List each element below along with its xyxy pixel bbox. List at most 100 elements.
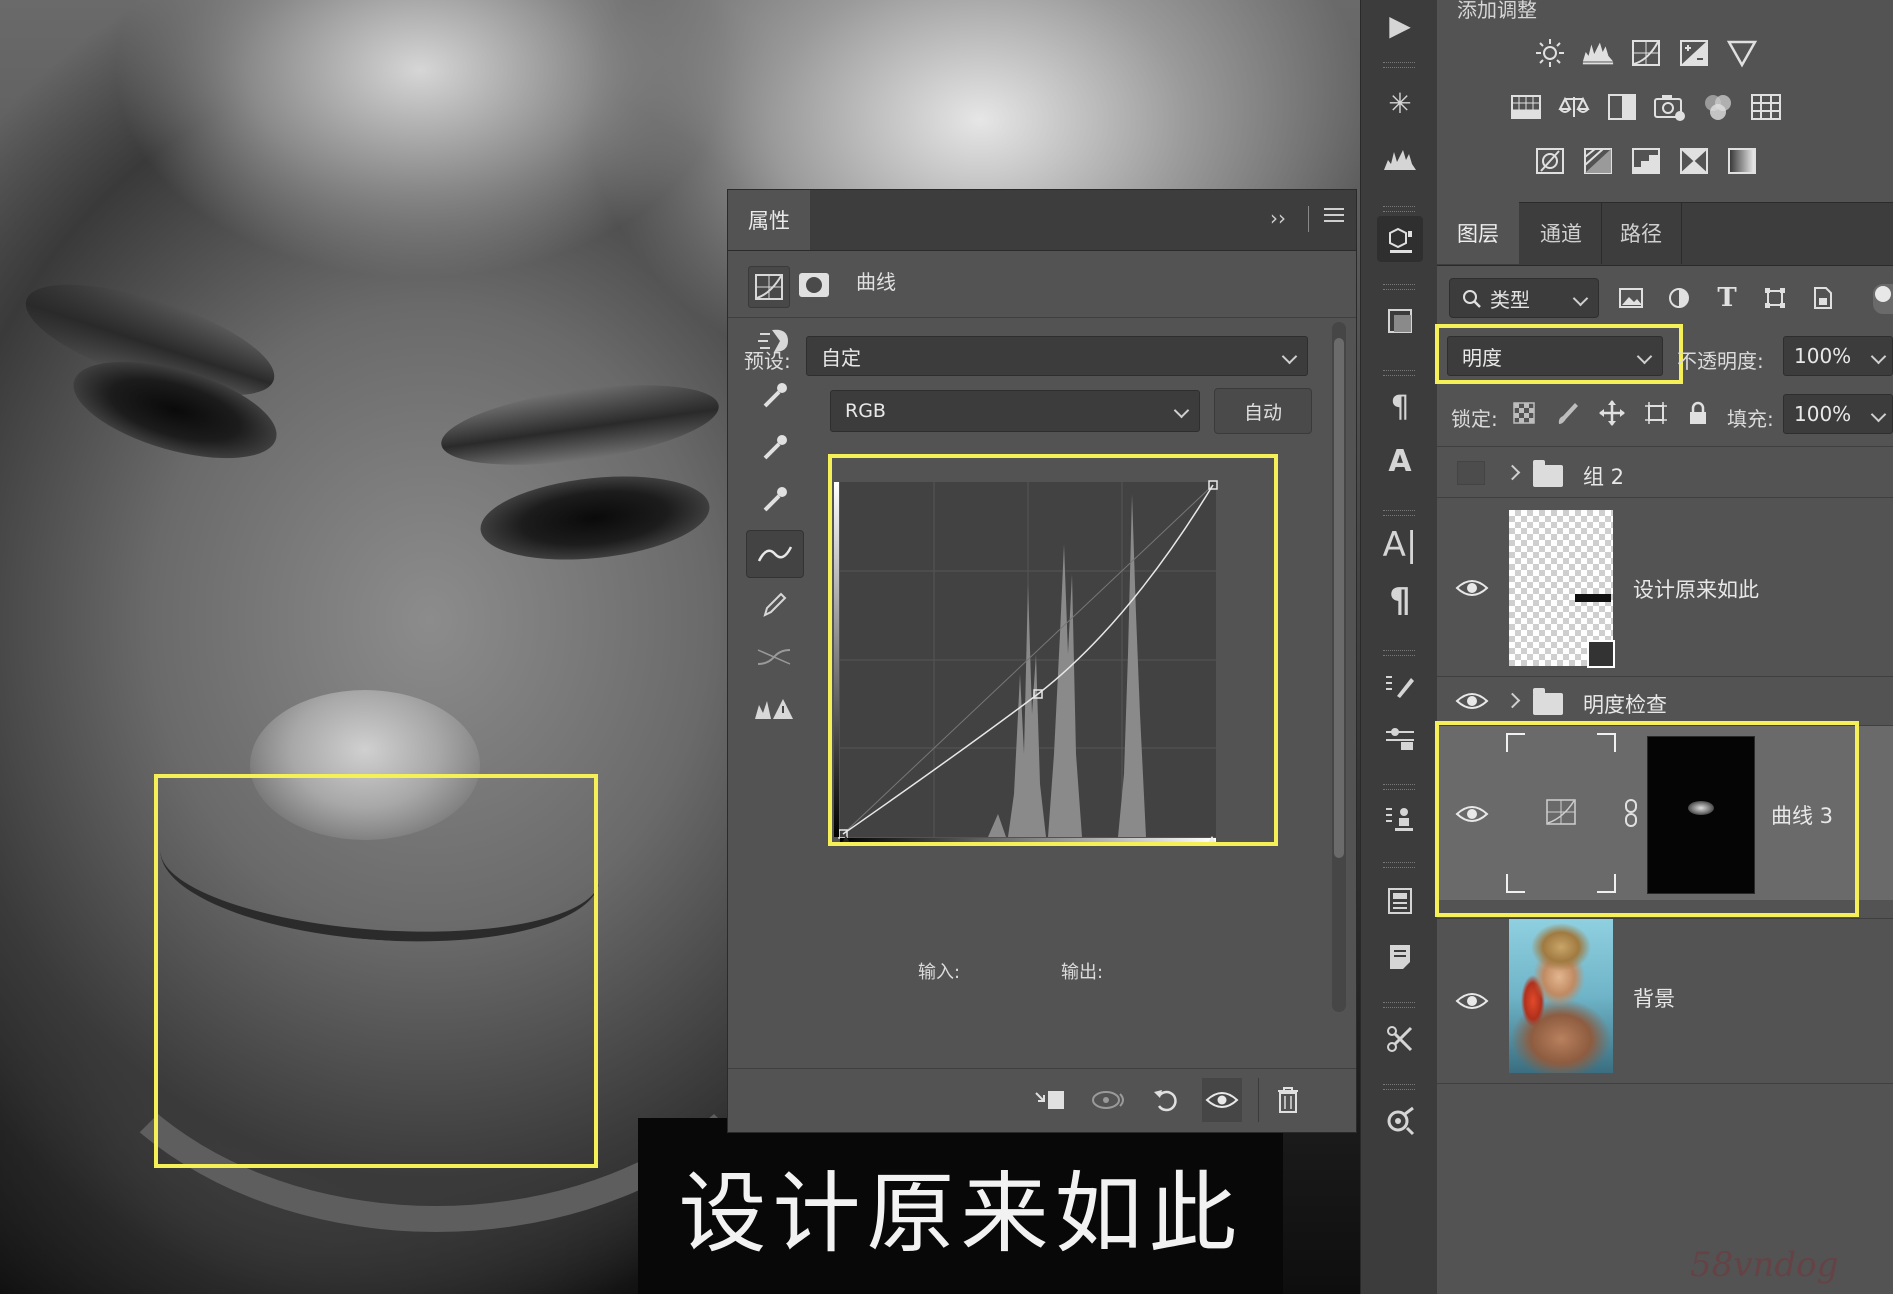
output-label: 输出:	[1061, 962, 1104, 983]
lock-position-icon[interactable]	[1595, 396, 1629, 430]
visibility-eye-icon[interactable]	[1455, 989, 1489, 1013]
photo-filter-icon[interactable]	[1653, 90, 1687, 124]
layer-row-luminosity-check-group[interactable]: 明度检查	[1437, 676, 1893, 725]
auto-button[interactable]: 自动	[1214, 388, 1312, 434]
gradient-map-icon[interactable]	[1725, 144, 1759, 178]
reset-icon[interactable]	[1146, 1078, 1186, 1122]
delete-icon[interactable]	[1268, 1078, 1308, 1122]
visibility-eye-icon[interactable]	[1455, 689, 1489, 713]
panel-menu-icon[interactable]	[1324, 208, 1344, 224]
chevron-down-icon	[1173, 402, 1190, 419]
collapse-panel-icon[interactable]: ››	[1270, 206, 1286, 230]
pencil-draw-icon[interactable]	[746, 582, 802, 628]
clip-to-layer-icon[interactable]	[1030, 1078, 1070, 1122]
right-panel-column: 添加调整 图层 通道 路径 类型 T 明度 不透明度: 100% 锁定: 填充:…	[1435, 0, 1893, 1294]
lock-all-icon[interactable]	[1681, 396, 1715, 430]
black-point-eyedropper-icon[interactable]	[746, 372, 802, 418]
tab-channels[interactable]: 通道	[1521, 202, 1602, 264]
layer-filter-dropdown[interactable]: 类型	[1449, 278, 1599, 318]
visibility-toggle-off[interactable]	[1457, 461, 1485, 485]
layer-mask-icon[interactable]	[796, 268, 832, 302]
lock-transparent-pixels-icon[interactable]	[1507, 396, 1541, 430]
paragraph-icon[interactable]: ¶	[1377, 578, 1423, 624]
invert-icon[interactable]	[1533, 144, 1567, 178]
channel-mixer-icon[interactable]	[1701, 90, 1735, 124]
hue-saturation-icon[interactable]	[1509, 90, 1543, 124]
curves-graph[interactable]	[828, 454, 1278, 846]
black-white-icon[interactable]	[1605, 90, 1639, 124]
paragraph-styles-icon[interactable]: ¶	[1377, 384, 1423, 430]
lock-image-pixels-icon[interactable]	[1551, 396, 1585, 430]
tab-layers[interactable]: 图层	[1437, 202, 1519, 264]
threshold-icon[interactable]	[1629, 144, 1663, 178]
fill-label: 填充:	[1727, 407, 1774, 431]
brushes-icon[interactable]	[1377, 716, 1423, 762]
curves-adjustment-icon[interactable]	[748, 266, 790, 308]
3d-panel-icon[interactable]	[1377, 216, 1423, 262]
brush-settings-icon[interactable]	[1377, 664, 1423, 710]
brightness-contrast-icon[interactable]	[1533, 36, 1567, 70]
notes-icon[interactable]	[1377, 934, 1423, 980]
caption-text: 设计原来如此	[678, 1161, 1243, 1265]
play-icon[interactable]: ▶	[1377, 2, 1423, 48]
vibrance-icon[interactable]	[1725, 36, 1759, 70]
fill-field[interactable]: 100%	[1783, 394, 1893, 434]
opacity-field[interactable]: 100%	[1783, 336, 1893, 376]
visibility-eye-icon[interactable]	[1455, 576, 1489, 600]
navigator-icon[interactable]: ✳	[1377, 80, 1423, 126]
view-previous-state-icon[interactable]	[1088, 1078, 1128, 1122]
filter-toggle[interactable]	[1873, 284, 1893, 314]
character-styles-icon[interactable]: A	[1377, 438, 1423, 484]
clone-source-icon[interactable]	[1377, 796, 1423, 842]
lock-label: 锁定:	[1451, 407, 1498, 431]
histogram-icon[interactable]	[1377, 136, 1423, 182]
strip-grip	[1383, 862, 1415, 868]
layer-row-group-2[interactable]: 组 2	[1437, 446, 1893, 497]
tool-presets-icon[interactable]	[1377, 1016, 1423, 1062]
channel-value: RGB	[845, 400, 886, 422]
curve-points-tool-icon[interactable]	[746, 530, 804, 578]
levels-icon[interactable]	[1581, 36, 1615, 70]
color-lookup-icon[interactable]	[1749, 90, 1783, 124]
filter-smart-object-icon[interactable]	[1807, 282, 1839, 314]
selective-color-icon[interactable]	[1677, 144, 1711, 178]
filter-type-icon[interactable]: T	[1711, 282, 1743, 314]
on-image-adjust-icon[interactable]	[746, 318, 802, 364]
clipping-warning-icon[interactable]	[746, 686, 802, 732]
lock-artboard-icon[interactable]	[1639, 396, 1673, 430]
filter-pixel-icon[interactable]	[1615, 282, 1647, 314]
strip-grip	[1383, 510, 1415, 516]
opacity-value: 100%	[1794, 344, 1852, 368]
layer-row-background[interactable]: 背景	[1437, 918, 1893, 1084]
exposure-icon[interactable]	[1677, 36, 1711, 70]
properties-scrollbar-thumb[interactable]	[1334, 338, 1344, 858]
disclosure-arrow-icon[interactable]	[1504, 464, 1521, 481]
gray-point-eyedropper-icon[interactable]	[746, 424, 802, 470]
toggle-visibility-icon[interactable]	[1202, 1078, 1242, 1122]
properties-icon[interactable]	[1377, 878, 1423, 924]
folder-icon	[1533, 460, 1563, 487]
learn-icon[interactable]	[1377, 1098, 1423, 1144]
footer-divider	[1258, 1078, 1259, 1122]
input-label: 输入:	[918, 962, 961, 983]
disclosure-arrow-icon[interactable]	[1504, 692, 1521, 709]
tab-paths[interactable]: 路径	[1601, 202, 1682, 264]
filter-adjustment-icon[interactable]	[1663, 282, 1695, 314]
posterize-icon[interactable]	[1581, 144, 1615, 178]
adjustments-title: 添加调整	[1457, 0, 1537, 22]
filter-shape-icon[interactable]	[1759, 282, 1791, 314]
preset-dropdown[interactable]: 自定	[806, 336, 1308, 376]
white-point-eyedropper-icon[interactable]	[746, 476, 802, 522]
color-balance-icon[interactable]	[1557, 90, 1591, 124]
search-icon	[1463, 290, 1481, 308]
highlight-box-blend	[1435, 324, 1683, 384]
smooth-curve-icon[interactable]	[746, 634, 802, 680]
curves-icon[interactable]	[1629, 36, 1663, 70]
layer-row-text-smart-object[interactable]: 设计原来如此	[1437, 497, 1893, 676]
channel-dropdown[interactable]: RGB	[830, 390, 1200, 432]
layer-comps-icon[interactable]	[1377, 298, 1423, 344]
properties-tabbar	[728, 190, 1356, 251]
tab-properties[interactable]: 属性	[728, 190, 810, 250]
character-icon[interactable]: A|	[1377, 522, 1423, 568]
layer-thumbnail	[1509, 510, 1615, 668]
